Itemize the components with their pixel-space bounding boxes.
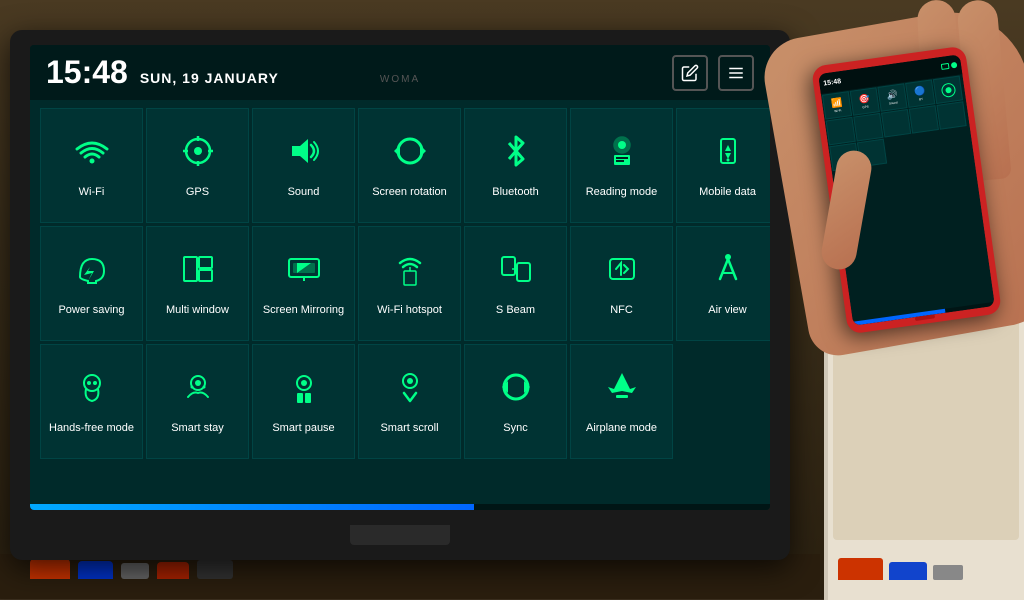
progress-indicator	[30, 504, 474, 510]
grid-item-smart-stay[interactable]: Smart stay	[146, 344, 249, 459]
toy-car-1	[838, 558, 883, 580]
floor-item-2	[197, 560, 233, 579]
grid-item-screen-mirroring[interactable]: Screen Mirroring	[252, 226, 355, 341]
smart-pause-label: Smart pause	[268, 422, 338, 435]
screen-mirroring-label: Screen Mirroring	[259, 304, 348, 317]
airplane-mode-label: Airplane mode	[582, 422, 661, 435]
grid-item-handsfree[interactable]: Hands-free mode	[40, 344, 143, 459]
grid-item-gps[interactable]: GPS	[146, 108, 249, 223]
sync-icon	[496, 367, 536, 414]
bluetooth-icon	[496, 131, 536, 178]
phone-grid-cell: 🔊 Sound	[877, 83, 907, 112]
power-saving-icon	[72, 249, 112, 296]
phone-grid-cell-5	[881, 109, 911, 138]
grid-item-smart-scroll[interactable]: Smart scroll	[358, 344, 461, 459]
floor-car-1	[30, 559, 70, 579]
wifi-label: Wi-Fi	[75, 186, 109, 199]
smart-scroll-label: Smart scroll	[376, 422, 442, 435]
time-section: 15:48 SUN, 19 JANUARY	[46, 54, 279, 91]
phone-cell-inner	[940, 82, 956, 98]
grid-item-multi-window[interactable]: Multi window	[146, 226, 249, 341]
sound-icon	[284, 131, 324, 178]
phone-cell-dot	[945, 86, 952, 93]
shelf-items	[838, 558, 963, 580]
tv-stand	[350, 525, 450, 545]
wifi-hotspot-label: Wi-Fi hotspot	[373, 304, 446, 317]
phone-sound-label: Sound	[889, 100, 898, 105]
phone-status-icons	[941, 62, 958, 70]
power-saving-label: Power saving	[54, 304, 128, 317]
phone-time: 15:48	[823, 78, 842, 87]
wifi-hotspot-icon	[390, 249, 430, 296]
multi-window-label: Multi window	[162, 304, 233, 317]
phone-wifi-label: Wi-Fi	[834, 108, 841, 113]
toy-item	[933, 565, 963, 580]
screen-rotation-label: Screen rotation	[368, 186, 451, 199]
phone-grid-cell-6	[909, 105, 939, 134]
phone-bt-icon: 🔵	[914, 85, 927, 97]
s-beam-label: S Beam	[492, 304, 539, 317]
phone-signal-icon	[951, 62, 958, 69]
sync-label: Sync	[499, 422, 531, 435]
phone-gps-label: GPS	[862, 104, 869, 109]
bottom-progress-bar	[30, 504, 770, 510]
phone-grid-cell: 🔵 BT	[905, 79, 935, 108]
gps-label: GPS	[182, 186, 213, 199]
grid-item-smart-pause[interactable]: Smart pause	[252, 344, 355, 459]
grid-item-sound[interactable]: Sound	[252, 108, 355, 223]
floor-item	[121, 563, 149, 579]
phone-grid-cell-7	[936, 101, 966, 130]
tv-unit-surface	[0, 554, 820, 599]
bluetooth-label: Bluetooth	[488, 186, 542, 199]
floor-car-2	[78, 561, 113, 579]
grid-item-power-saving[interactable]: Power saving	[40, 226, 143, 341]
smart-pause-icon	[284, 367, 324, 414]
wifi-icon	[72, 131, 112, 178]
grid-item-wifi[interactable]: Wi-Fi	[40, 108, 143, 223]
grid-item-screen-rotation[interactable]: Screen rotation	[358, 108, 461, 223]
phone-grid-cell: 🎯 GPS	[850, 87, 880, 116]
smart-scroll-icon	[390, 367, 430, 414]
phone-grid-cell-2	[933, 75, 963, 104]
s-beam-icon	[496, 249, 536, 296]
grid-item-s-beam[interactable]: S Beam	[464, 226, 567, 341]
date-display: SUN, 19 JANUARY	[140, 70, 279, 86]
grid-item-wifi-hotspot[interactable]: Wi-Fi hotspot	[358, 226, 461, 341]
phone-gps-icon: 🎯	[858, 93, 871, 105]
phone-grid-cell: 📶 Wi-Fi	[822, 91, 852, 120]
hand-phone-area: 15:48 📶 Wi-Fi 🎯 GPS	[624, 0, 1024, 420]
tv-brand: WOMA	[380, 74, 420, 85]
floor-car-3	[157, 562, 189, 579]
phone-grid-cell-3	[826, 117, 856, 146]
handsfree-icon	[72, 367, 112, 414]
phone-battery-icon	[941, 63, 950, 70]
grid-item-sync[interactable]: Sync	[464, 344, 567, 459]
phone-grid-cell-4	[853, 113, 883, 142]
screen-mirroring-icon	[284, 249, 324, 296]
rotation-icon	[390, 131, 430, 178]
smart-stay-icon	[178, 367, 218, 414]
grid-item-bluetooth[interactable]: Bluetooth	[464, 108, 567, 223]
toy-car-2	[889, 562, 927, 580]
gps-icon	[178, 131, 218, 178]
sound-label: Sound	[284, 186, 324, 199]
multi-window-icon	[178, 249, 218, 296]
handsfree-label: Hands-free mode	[45, 422, 138, 435]
phone-bt-label: BT	[919, 97, 923, 101]
phone-wifi-icon: 📶	[830, 97, 843, 109]
time-display: 15:48	[46, 54, 128, 91]
smart-stay-label: Smart stay	[167, 422, 228, 435]
